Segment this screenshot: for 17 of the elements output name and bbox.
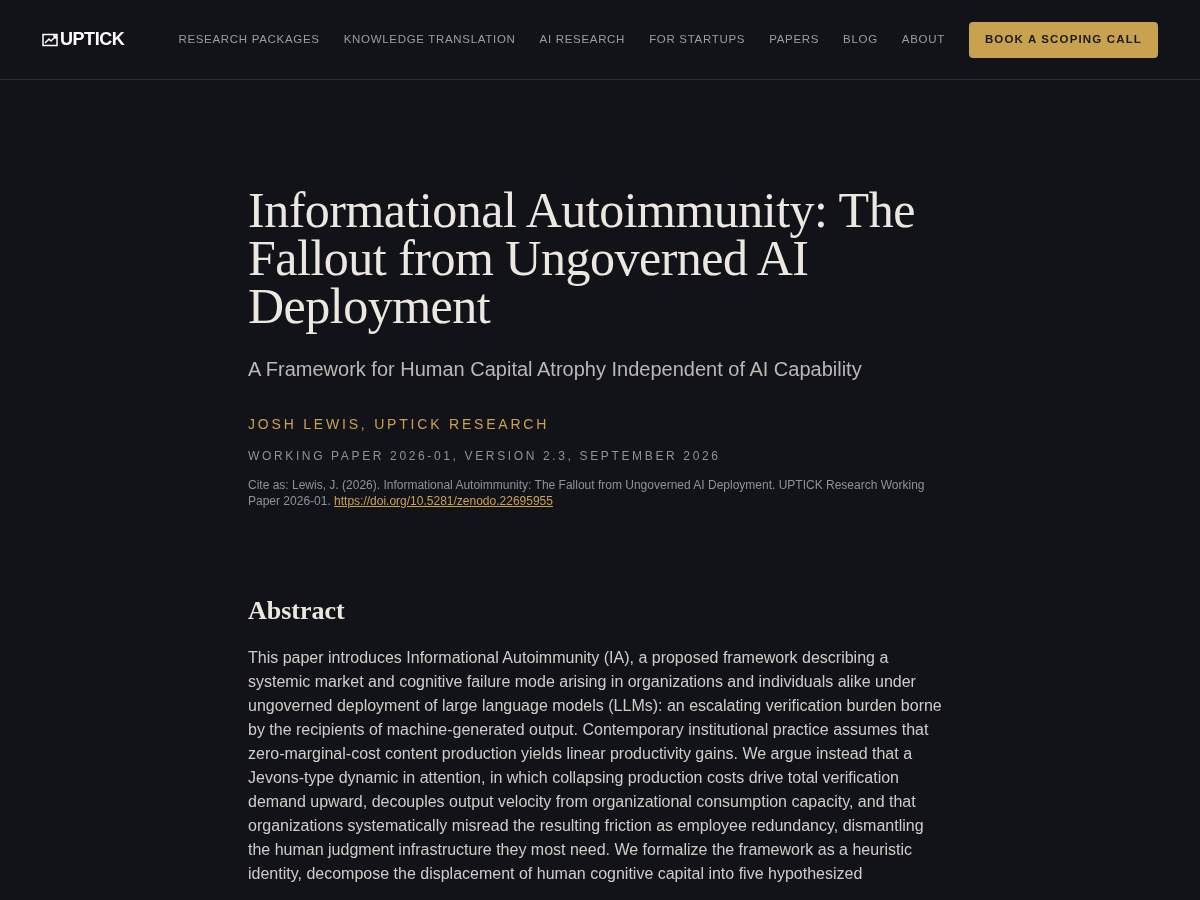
nav-link[interactable]: KNOWLEDGE TRANSLATION [343,30,516,49]
author-line: JOSH LEWIS, UPTICK RESEARCH [248,415,551,434]
abstract-heading: Abstract [248,595,346,627]
nav-link[interactable]: AI RESEARCH [539,30,626,49]
nav-link[interactable]: FOR STARTUPS [649,30,746,49]
citation: Cite as: Lewis, J. (2026). Informational Autoimmunity: The Fallout from Ungoverned AI Deployment. UPTICK Research Working Paper 2026-01. https://doi.org/10.5281/zenodo.22695955 [248,477,926,509]
paper-meta: WORKING PAPER 2026-01, VERSION 2.3, SEPTEMBER 2026 [248,448,722,465]
nav-link[interactable]: PAPERS [769,30,820,49]
nav-link[interactable]: BLOG [843,30,878,49]
nav-link[interactable]: ABOUT [901,30,945,49]
nav-link[interactable]: RESEARCH PACKAGES [178,30,320,49]
abstract-text: This paper introduces Informational Autoimmunity (IA), a proposed framework describing a systemic market and cognitive failure mode arising in organizations and individuals alike under ungoverned deployment of large language models (LLMs): an escalating verification burden borne by the recipients of machine-generated output. Contemporary institutional practice assumes that zero-marginal-cost content production yields linear productivity gains. We argue instead that a Jevons-type dynamic in attention, in which collapsing production costs drive total verification demand upward, decouples output velocity from organizational consumption capacity, and that organizations systematically misread the resulting friction as employee redundancy, dismantling the human judgment infrastructure they most need. We formalize the framework as a heuristic identity, decompose the displacement of human cognitive capital into five hypothesized [248,648,943,884]
doi-link[interactable]: https://doi.org/10.5281/zenodo.22695955 [334,494,553,508]
paper-subtitle: A Framework for Human Capital Atrophy Independent of AI Capability [248,357,863,382]
book-call-button[interactable]: BOOK A SCOPING CALL [968,21,1158,58]
logo[interactable]: UPTICK [60,26,125,53]
chart-icon [42,33,58,47]
